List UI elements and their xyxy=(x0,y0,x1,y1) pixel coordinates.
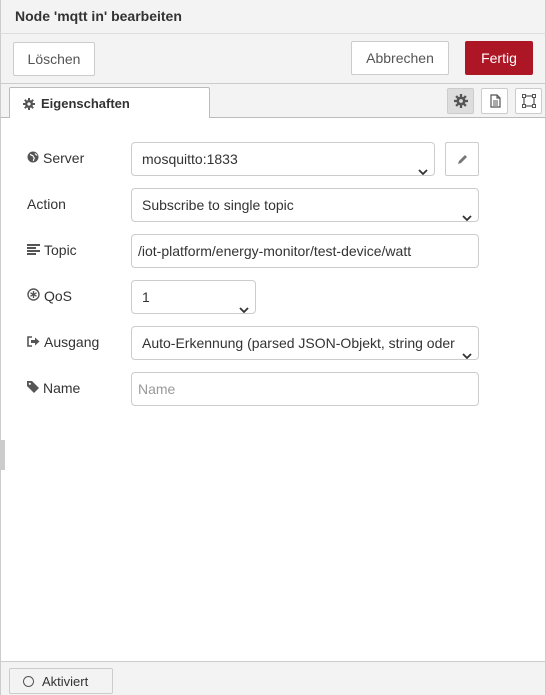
server-select[interactable]: mosquitto:1833 xyxy=(131,142,435,176)
topic-row: Topic /iot-platform/energy-monitor/test-… xyxy=(1,234,546,268)
chevron-down-icon xyxy=(462,201,472,221)
tab-properties-label: Eigenschaften xyxy=(41,96,130,111)
output-select[interactable]: Auto-Erkennung (parsed JSON-Objekt, stri… xyxy=(131,326,479,360)
output-row: Ausgang Auto-Erkennung (parsed JSON-Obje… xyxy=(1,326,546,360)
delete-button[interactable]: Löschen xyxy=(13,42,95,76)
dialog-title: Node 'mqtt in' bearbeiten xyxy=(15,8,182,24)
action-select[interactable]: Subscribe to single topic xyxy=(131,188,479,222)
tab-properties[interactable]: Eigenschaften xyxy=(9,87,210,119)
done-button[interactable]: Fertig xyxy=(465,41,533,75)
output-label: Ausgang xyxy=(27,334,99,350)
action-value: Subscribe to single topic xyxy=(142,197,294,213)
button-bar: Löschen Abbrechen Fertig xyxy=(0,34,546,84)
server-row: Server mosquitto:1833 xyxy=(1,142,546,176)
topic-icon xyxy=(27,242,44,258)
chevron-down-icon xyxy=(239,293,249,313)
name-input[interactable]: Name xyxy=(131,372,479,406)
topic-input[interactable]: /iot-platform/energy-monitor/test-device… xyxy=(131,234,479,268)
action-row: Action Subscribe to single topic xyxy=(1,188,546,222)
description-tab-button[interactable] xyxy=(481,88,508,114)
tab-bar: Eigenschaften xyxy=(0,84,546,119)
name-label: Name xyxy=(27,380,80,396)
resize-handle[interactable] xyxy=(1,440,5,470)
output-value: Auto-Erkennung (parsed JSON-Objekt, stri… xyxy=(142,335,455,351)
server-value: mosquitto:1833 xyxy=(142,151,238,167)
edit-server-button[interactable] xyxy=(445,142,479,176)
qos-label: QoS xyxy=(27,288,72,304)
topic-label: Topic xyxy=(27,242,77,258)
output-icon xyxy=(27,334,44,350)
properties-panel: Server mosquitto:1833 Action Subscribe t… xyxy=(0,118,546,661)
enabled-label: Aktiviert xyxy=(42,674,89,689)
globe-icon xyxy=(27,150,43,166)
server-label: Server xyxy=(27,150,84,166)
tag-icon xyxy=(27,380,43,396)
action-label: Action xyxy=(27,196,66,212)
qos-select[interactable]: 1 xyxy=(131,280,256,314)
cancel-button[interactable]: Abbrechen xyxy=(351,41,449,75)
qos-row: QoS 1 xyxy=(1,280,546,314)
name-placeholder: Name xyxy=(138,381,176,397)
chevron-down-icon xyxy=(462,339,472,359)
appearance-tab-button[interactable] xyxy=(515,88,542,114)
dialog-footer: Aktiviert xyxy=(0,661,546,695)
topic-value: /iot-platform/energy-monitor/test-device… xyxy=(138,243,412,259)
settings-tab-button[interactable] xyxy=(447,88,474,114)
chevron-down-icon xyxy=(418,155,428,175)
dialog-header: Node 'mqtt in' bearbeiten xyxy=(0,0,546,34)
enabled-toggle[interactable]: Aktiviert xyxy=(9,668,113,694)
name-row: Name Name xyxy=(1,372,546,406)
circle-icon xyxy=(23,676,34,687)
qos-icon xyxy=(27,288,44,304)
gear-icon xyxy=(23,97,35,113)
